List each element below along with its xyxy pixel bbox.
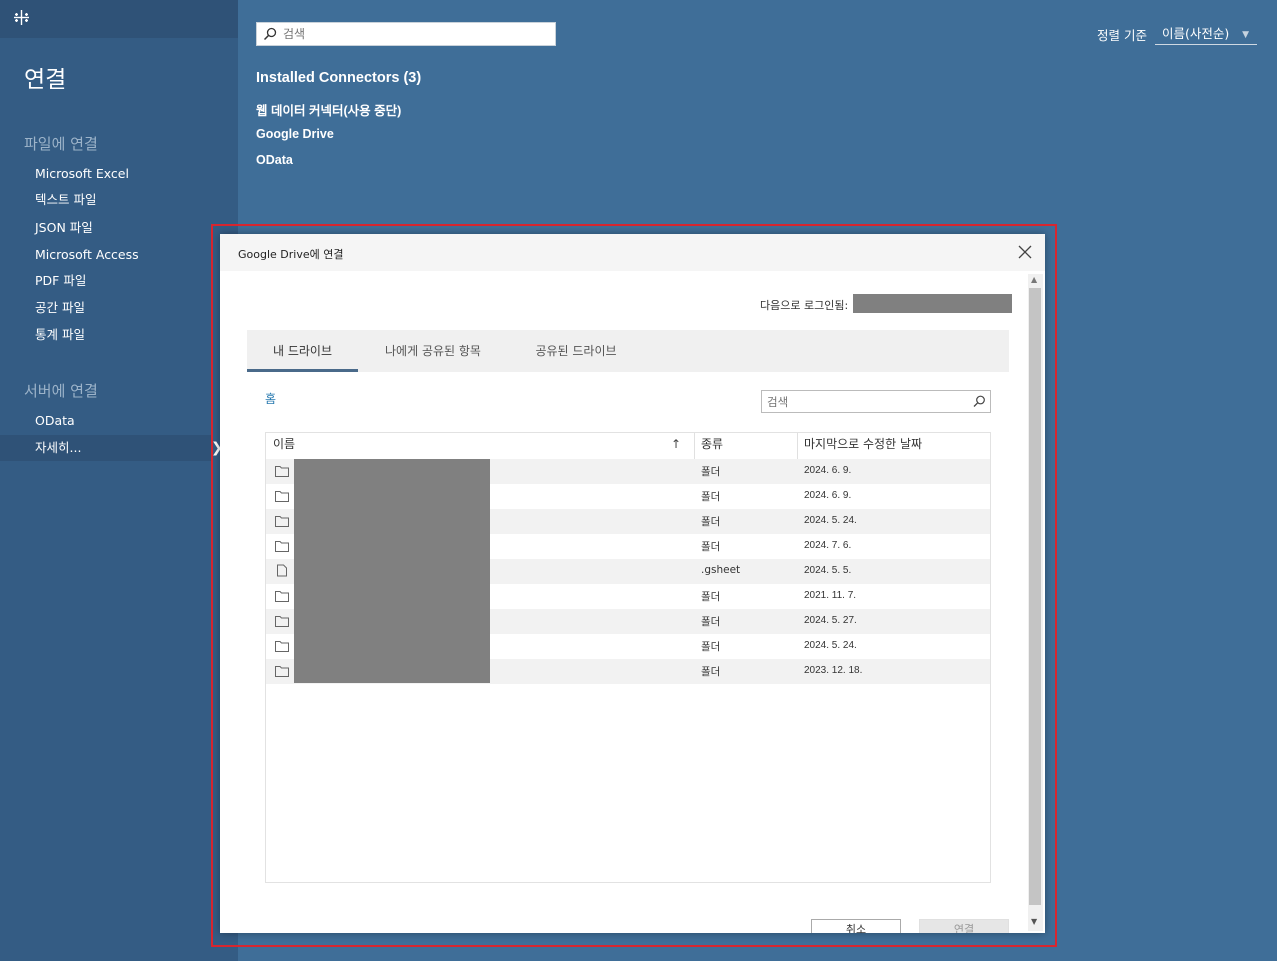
tab-shared-with-me[interactable]: 나에게 공유된 항목 xyxy=(368,330,498,372)
search-icon[interactable] xyxy=(973,395,986,408)
row-type: 폴더 xyxy=(701,666,721,678)
cancel-button[interactable]: 취소 xyxy=(811,919,901,933)
row-type: 폴더 xyxy=(701,616,721,628)
server-section-heading: 서버에 연결 xyxy=(24,382,98,400)
column-header-name[interactable]: 이름 xyxy=(273,433,295,459)
sidebar-item-json-file[interactable]: JSON 파일 xyxy=(0,215,211,241)
column-divider[interactable] xyxy=(694,433,695,459)
redacted-file-names xyxy=(294,459,490,683)
sidebar-item-statistical-file[interactable]: 통계 파일 xyxy=(0,322,211,348)
row-date: 2024. 5. 27. xyxy=(804,615,857,626)
scrollbar-thumb[interactable] xyxy=(1029,288,1041,905)
dialog-scrollbar[interactable]: ▲ ▼ xyxy=(1028,274,1043,931)
redacted-account xyxy=(853,294,1012,313)
sidebar-item-spatial-file[interactable]: 공간 파일 xyxy=(0,295,211,321)
connector-odata[interactable]: OData xyxy=(256,153,293,167)
row-type: .gsheet xyxy=(701,564,741,576)
scroll-up-icon[interactable]: ▲ xyxy=(1031,275,1037,284)
sidebar-item-more[interactable]: 자세히... xyxy=(0,435,211,461)
drive-search-input[interactable] xyxy=(767,391,962,412)
connector-google-drive[interactable]: Google Drive xyxy=(256,127,334,141)
sort-select[interactable]: 이름(사전순) ▼ xyxy=(1155,23,1257,45)
row-type: 폴더 xyxy=(701,641,721,653)
folder-icon xyxy=(275,616,289,627)
tab-shared-drives[interactable]: 공유된 드라이브 xyxy=(518,330,634,372)
row-date: 2021. 11. 7. xyxy=(804,590,857,601)
row-date: 2024. 7. 6. xyxy=(804,540,852,551)
folder-icon xyxy=(275,591,289,602)
connector-web-data[interactable]: 웹 데이터 커넥터(사용 중단) xyxy=(256,100,401,119)
file-table: 이름 ↑ 종류 마지막으로 수정한 날짜 폴더 2024. 6. 9. 폴더 2… xyxy=(265,432,991,883)
sidebar-title: 연결 xyxy=(24,67,67,93)
folder-icon xyxy=(275,666,289,677)
dialog-title: Google Drive에 연결 xyxy=(238,248,344,261)
sidebar: 연결 파일에 연결 Microsoft Excel 텍스트 파일 JSON 파일… xyxy=(0,0,238,961)
sidebar-item-access[interactable]: Microsoft Access xyxy=(0,242,211,268)
sidebar-item-pdf-file[interactable]: PDF 파일 xyxy=(0,268,211,294)
installed-connectors-heading: Installed Connectors (3) xyxy=(256,70,422,86)
file-section-heading: 파일에 연결 xyxy=(24,135,98,153)
folder-icon xyxy=(275,516,289,527)
row-type: 폴더 xyxy=(701,591,721,603)
chevron-down-icon: ▼ xyxy=(1242,30,1249,40)
folder-icon xyxy=(275,491,289,502)
row-date: 2023. 12. 18. xyxy=(804,665,863,676)
dialog-header: Google Drive에 연결 xyxy=(220,234,1045,271)
sort-label: 정렬 기준 xyxy=(1097,28,1147,43)
folder-icon xyxy=(275,541,289,552)
row-date: 2024. 5. 24. xyxy=(804,515,857,526)
drive-search[interactable] xyxy=(761,390,991,413)
row-date: 2024. 6. 9. xyxy=(804,465,852,476)
breadcrumb-home[interactable]: 홈 xyxy=(265,390,276,407)
sidebar-item-odata[interactable]: OData xyxy=(0,408,211,434)
search-icon xyxy=(263,27,277,41)
column-header-type[interactable]: 종류 xyxy=(701,433,723,459)
row-date: 2024. 6. 9. xyxy=(804,490,852,501)
row-type: 폴더 xyxy=(701,516,721,528)
folder-icon xyxy=(275,641,289,652)
column-divider[interactable] xyxy=(797,433,798,459)
sort-ascending-icon[interactable]: ↑ xyxy=(671,433,681,455)
sidebar-header xyxy=(0,0,238,38)
connect-button[interactable]: 연결 xyxy=(919,919,1009,933)
login-label: 다음으로 로그인됨: xyxy=(760,299,849,312)
row-type: 폴더 xyxy=(701,541,721,553)
row-type: 폴더 xyxy=(701,491,721,503)
sidebar-item-text-file[interactable]: 텍스트 파일 xyxy=(0,187,211,213)
file-icon xyxy=(277,564,287,577)
connector-search[interactable] xyxy=(256,22,556,46)
sidebar-item-excel[interactable]: Microsoft Excel xyxy=(0,161,211,187)
close-icon[interactable] xyxy=(1016,243,1034,261)
tableau-logo-icon[interactable] xyxy=(13,9,30,26)
google-drive-dialog: Google Drive에 연결 다음으로 로그인됨: 내 드라이브 나에게 공… xyxy=(220,234,1045,933)
sort-value: 이름(사전순) xyxy=(1162,26,1230,41)
tab-my-drive[interactable]: 내 드라이브 xyxy=(247,330,358,372)
column-header-modified[interactable]: 마지막으로 수정한 날짜 xyxy=(804,433,922,459)
connector-search-input[interactable] xyxy=(283,23,551,45)
drive-tabs: 내 드라이브 나에게 공유된 항목 공유된 드라이브 xyxy=(247,330,1009,372)
folder-icon xyxy=(275,466,289,477)
row-date: 2024. 5. 5. xyxy=(804,565,852,576)
scroll-down-icon[interactable]: ▼ xyxy=(1031,917,1037,926)
row-type: 폴더 xyxy=(701,466,721,478)
row-date: 2024. 5. 24. xyxy=(804,640,857,651)
